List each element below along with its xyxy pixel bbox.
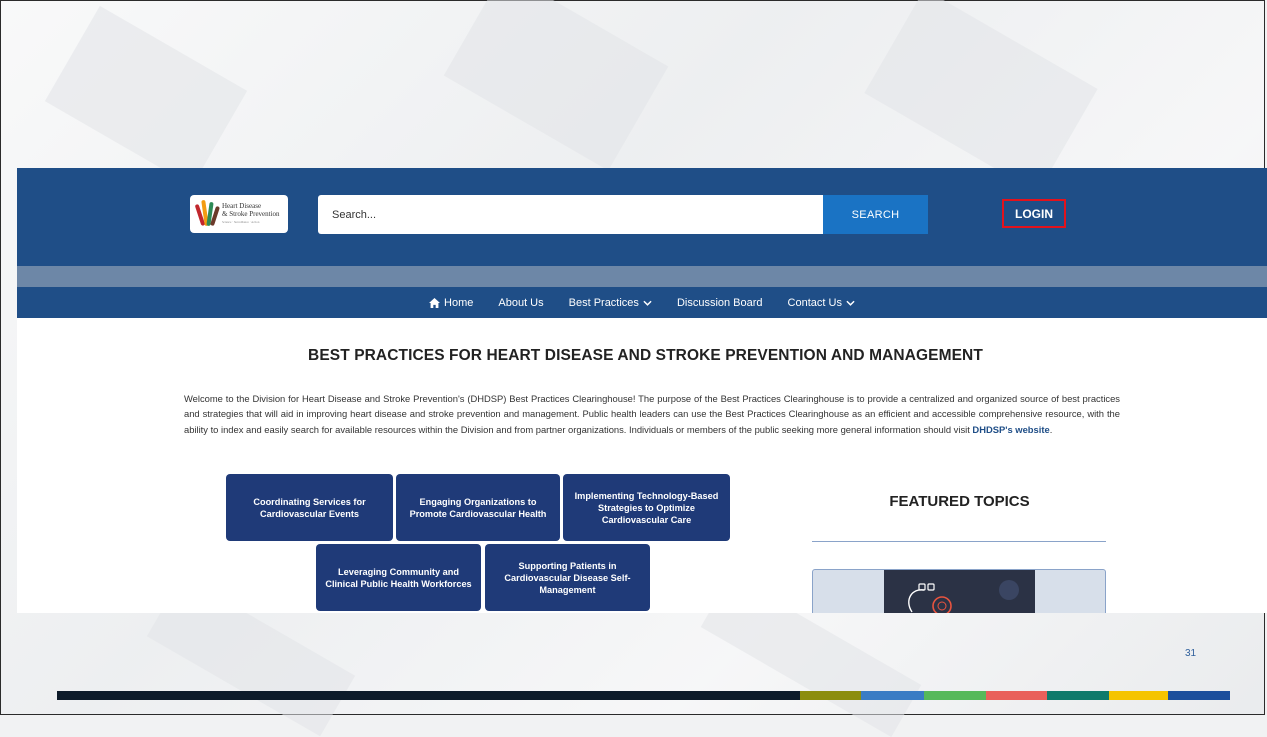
- nav-home-label: Home: [444, 296, 474, 309]
- search-button[interactable]: SEARCH: [823, 195, 928, 234]
- background-hexagon: [44, 5, 248, 187]
- nav-best-practices[interactable]: Best Practices: [569, 297, 652, 309]
- footer-bar-segment: [861, 691, 924, 700]
- nav-discussion-board[interactable]: Discussion Board: [677, 297, 763, 309]
- footer-bar-segment: [1109, 691, 1168, 700]
- nav-home[interactable]: Home: [429, 297, 473, 309]
- site-logo[interactable]: Heart Disease & Stroke Prevention Scienc…: [190, 195, 288, 233]
- background-hexagon: [864, 0, 1098, 193]
- intro-end: .: [1049, 423, 1053, 435]
- website-screenshot: Heart Disease & Stroke Prevention Scienc…: [17, 168, 1267, 613]
- logo-line-1: Heart Disease: [222, 202, 262, 210]
- header-strip: [17, 266, 1267, 287]
- topic-button[interactable]: Supporting Patients in Cardiovascular Di…: [485, 544, 650, 611]
- logo-tagline: Science · Surveillance · Action: [222, 220, 260, 224]
- nav-about-label: About Us: [498, 296, 544, 309]
- featured-divider: [812, 541, 1106, 542]
- dhdsp-website-link[interactable]: DHDSP's website: [972, 424, 1049, 435]
- search-input[interactable]: [318, 195, 823, 234]
- footer-bar-segment: [924, 691, 986, 700]
- topic-button[interactable]: Engaging Organizations to Promote Cardio…: [396, 474, 560, 541]
- topic-button[interactable]: Coordinating Services for Cardiovascular…: [226, 474, 393, 541]
- nav-best-practices-label: Best Practices: [568, 296, 639, 309]
- footer-bar-segment: [57, 691, 800, 700]
- site-header: Heart Disease & Stroke Prevention Scienc…: [17, 168, 1267, 266]
- slide-page-number: 31: [1185, 648, 1197, 659]
- logo-figures-icon: [194, 199, 220, 228]
- footer-bar-segment: [800, 691, 861, 700]
- footer-bar-segment: [986, 691, 1047, 700]
- page-title: BEST PRACTICES FOR HEART DISEASE AND STR…: [308, 347, 983, 364]
- footer-bar-segment: [1168, 691, 1230, 700]
- logo-line-2: & Stroke Prevention: [222, 210, 280, 218]
- main-nav: Home About Us Best Practices Discussion …: [17, 287, 1267, 318]
- nav-contact-label: Contact Us: [787, 296, 842, 309]
- featured-topic-card[interactable]: [812, 569, 1106, 613]
- logo-text: Heart Disease & Stroke Prevention Scienc…: [222, 202, 280, 226]
- chevron-down-icon: [643, 300, 652, 306]
- footer-bar-segment: [1047, 691, 1109, 700]
- background-hexagon: [443, 0, 669, 171]
- topic-button[interactable]: Leveraging Community and Clinical Public…: [316, 544, 481, 611]
- heart-device-icon: [908, 580, 1019, 613]
- featured-topic-image: [884, 570, 1035, 613]
- footer-color-bar: [57, 691, 1230, 700]
- topic-button[interactable]: Implementing Technology-Based Strategies…: [563, 474, 730, 541]
- nav-contact[interactable]: Contact Us: [788, 297, 855, 309]
- featured-topics-heading: FEATURED TOPICS: [889, 493, 1030, 510]
- home-icon: [429, 297, 440, 308]
- chevron-down-icon: [846, 300, 855, 306]
- nav-about[interactable]: About Us: [498, 297, 543, 309]
- nav-discussion-label: Discussion Board: [676, 296, 763, 309]
- login-button[interactable]: LOGIN: [1002, 199, 1066, 228]
- intro-paragraph: Welcome to the Division for Heart Diseas…: [184, 391, 1120, 437]
